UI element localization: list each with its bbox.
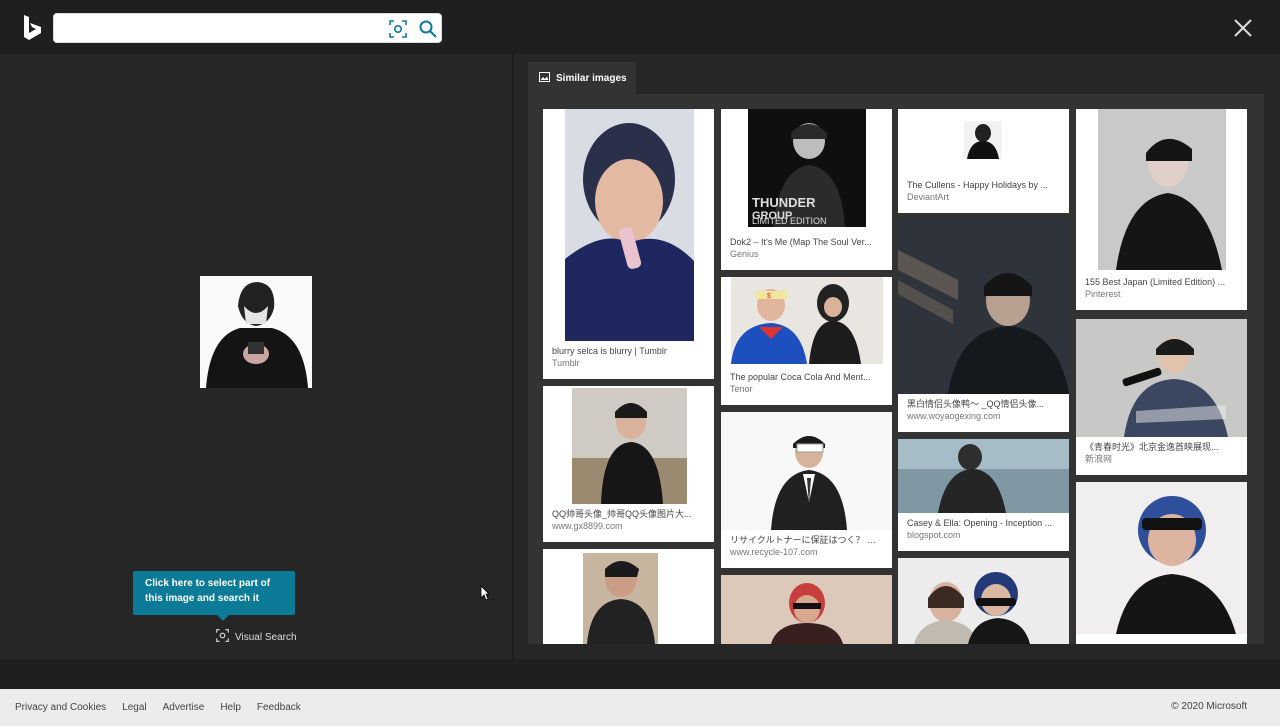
- result-caption: 黑白情侣头像鸭～ _QQ情侣头像...: [907, 399, 1045, 409]
- close-icon[interactable]: [1232, 17, 1254, 39]
- footer-link-privacy[interactable]: Privacy and Cookies: [15, 702, 106, 713]
- footer-link-feedback[interactable]: Feedback: [257, 702, 301, 713]
- footer-link-legal[interactable]: Legal: [122, 702, 146, 713]
- visual-search-button[interactable]: Visual Search: [216, 629, 297, 645]
- result-source: 新浪网: [1085, 454, 1113, 464]
- query-image-pane: Click here to select part of this image …: [0, 54, 512, 659]
- bing-logo-icon[interactable]: [22, 14, 44, 42]
- result-caption: blurry selca is blurry | Tumblr: [552, 346, 667, 356]
- dok2-thumb-text: THUNDER: [752, 195, 816, 210]
- result-source: www.gx8899.com: [552, 521, 623, 531]
- result-thumbnail: [898, 220, 1069, 394]
- similar-images-grid: blurry selca is blurry | Tumblr Tumblr Q…: [528, 94, 1264, 644]
- result-card[interactable]: blurry selca is blurry | Tumblr Tumblr: [543, 109, 714, 379]
- result-thumbnail: [1076, 482, 1247, 634]
- result-card[interactable]: リサイクルトナーに保証はつく？ 故障... www.recycle-107.co…: [721, 412, 892, 568]
- visual-search-icon[interactable]: [389, 20, 407, 38]
- result-caption: The Cullens - Happy Holidays by ...: [907, 180, 1049, 190]
- result-thumbnail: [1076, 319, 1247, 437]
- result-card[interactable]: THUNDER GROUP LIMITED EDITION Dok2 – It'…: [721, 109, 892, 270]
- top-bar: [0, 0, 1280, 54]
- result-thumbnail: $: [721, 277, 892, 367]
- result-source: Tumblr: [552, 358, 580, 368]
- visual-search-label: Visual Search: [235, 631, 297, 643]
- result-caption: Dok2 – It's Me (Map The Soul Ver...: [730, 237, 872, 247]
- result-card[interactable]: $ The popular Coca Cola And Ment... Teno…: [721, 277, 892, 405]
- result-caption: The popular Coca Cola And Ment...: [730, 372, 871, 382]
- query-image[interactable]: [200, 276, 312, 388]
- image-icon: [539, 71, 550, 85]
- result-source: Genius: [730, 249, 759, 259]
- copyright: © 2020 Microsoft: [1171, 701, 1247, 712]
- result-source: www.recycle-107.com: [730, 547, 818, 557]
- result-thumbnail: [543, 549, 714, 644]
- footer-link-help[interactable]: Help: [220, 702, 241, 713]
- tab-label: Similar images: [556, 72, 627, 84]
- results-pane: Similar images blurry selca is blurry | …: [514, 54, 1280, 659]
- result-card[interactable]: 黑白情侣头像鸭～ _QQ情侣头像... www.woyaogexing.com: [898, 220, 1069, 432]
- footer: Privacy and Cookies Legal Advertise Help…: [0, 689, 1280, 726]
- coke-thumb-badge: $: [767, 293, 771, 300]
- search-input[interactable]: [62, 18, 382, 40]
- result-card[interactable]: [898, 558, 1069, 644]
- result-card[interactable]: Casey & Ella: Opening - Inception ... bl…: [898, 439, 1069, 551]
- footer-link-advertise[interactable]: Advertise: [163, 702, 205, 713]
- result-thumbnail: [543, 109, 714, 341]
- visual-search-icon: [216, 629, 229, 645]
- result-card[interactable]: [1076, 482, 1247, 644]
- result-card[interactable]: QQ帅哥头像_帅哥QQ头像图片大... www.gx8899.com: [543, 386, 714, 542]
- result-card[interactable]: [543, 549, 714, 644]
- result-source: www.woyaogexing.com: [907, 411, 1001, 421]
- result-card[interactable]: The Cullens - Happy Holidays by ... Devi…: [898, 109, 1069, 213]
- search-icon[interactable]: [418, 19, 438, 39]
- result-card[interactable]: 155 Best Japan (Limited Edition) ... Pin…: [1076, 109, 1247, 310]
- result-source: Pinterest: [1085, 289, 1121, 299]
- result-caption: 155 Best Japan (Limited Edition) ...: [1085, 277, 1226, 287]
- result-caption: 《青春时光》北京金逸首映展现...: [1085, 442, 1219, 452]
- result-source: DeviantArt: [907, 192, 950, 202]
- dok2-thumb-text: LIMITED EDITION: [752, 216, 827, 226]
- result-thumbnail: [721, 575, 892, 644]
- result-caption: Casey & Ella: Opening - Inception ...: [907, 518, 1053, 528]
- result-thumbnail: [898, 109, 1069, 175]
- result-caption: QQ帅哥头像_帅哥QQ头像图片大...: [552, 509, 692, 519]
- result-source: Tenor: [730, 384, 753, 394]
- result-source: blogspot.com: [907, 530, 961, 540]
- result-thumbnail: THUNDER GROUP LIMITED EDITION: [721, 109, 892, 232]
- visual-search-tooltip: Click here to select part of this image …: [133, 571, 295, 621]
- tab-similar-images[interactable]: Similar images: [528, 62, 636, 94]
- result-caption: リサイクルトナーに保証はつく？ 故障...: [730, 535, 892, 545]
- mouse-pointer-icon: [480, 585, 490, 601]
- result-thumbnail: [898, 439, 1069, 513]
- result-thumbnail: [721, 412, 892, 530]
- footer-spacer: [0, 659, 1280, 689]
- result-thumbnail: [898, 558, 1069, 644]
- result-card[interactable]: [721, 575, 892, 644]
- result-thumbnail: [1076, 109, 1247, 272]
- search-box: [53, 13, 442, 43]
- result-card[interactable]: 《青春时光》北京金逸首映展现... 新浪网: [1076, 319, 1247, 475]
- result-thumbnail: [543, 386, 714, 504]
